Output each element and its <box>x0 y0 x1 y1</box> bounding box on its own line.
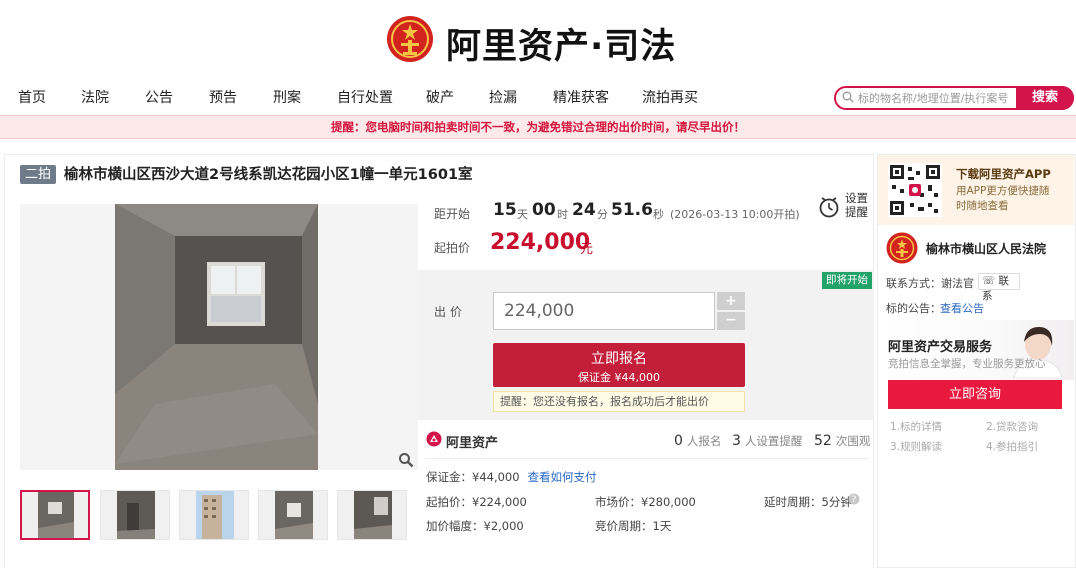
notice-label: 标的公告： <box>886 302 941 315</box>
ali-assets-logo-icon <box>426 431 442 447</box>
set-reminder-button[interactable]: 设置提醒 <box>845 191 873 219</box>
register-now-button[interactable]: 立即报名 保证金 ¥44,000 <box>493 343 745 387</box>
contact-info: 联系方式：谢法官 <box>886 277 974 290</box>
app-download-title: 下载阿里资产APP <box>956 167 1051 181</box>
bid-amount-input[interactable]: 224,000 <box>493 292 715 330</box>
guide-item[interactable]: 2.贷款咨询 <box>986 419 1038 434</box>
auction-period-info: 竞价周期：1天 <box>595 519 672 533</box>
alarm-clock-icon[interactable] <box>818 195 840 219</box>
contact-button[interactable]: ☏ 联系 <box>978 273 1020 302</box>
photo-thumbnail[interactable] <box>258 490 328 540</box>
bid-label: 出价 <box>434 305 467 319</box>
start-price-unit: 元 <box>580 242 594 257</box>
view-notice-link[interactable]: 查看公告 <box>940 300 984 316</box>
app-download-desc: 用APP更方便快捷随时随地查看 <box>956 185 1050 212</box>
delay-period-info: 延时周期：5分钟 <box>764 495 852 509</box>
qr-code <box>888 163 942 217</box>
countdown-days-unit: 天 <box>517 208 528 221</box>
registration-notice: 提醒：您还没有报名，报名成功后才能出价 <box>493 391 745 412</box>
nav-item-preview[interactable]: 预告 <box>209 87 237 107</box>
service-title: 阿里资产交易服务 <box>888 340 993 355</box>
start-price-label: 起拍价 <box>434 241 471 255</box>
countdown-seconds-unit: 秒 <box>653 208 664 221</box>
views-count: 52 <box>814 433 832 449</box>
svg-text:?: ? <box>852 495 857 505</box>
auction-start-time: (2026-03-13 10:00开拍) <box>670 208 800 221</box>
start-price-value: 224,000 <box>490 230 591 255</box>
start-price-info: 起拍价：¥224,000 <box>426 495 527 509</box>
court-name[interactable]: 榆林市横山区人民法院 <box>926 240 1046 257</box>
photo-thumbnail[interactable] <box>337 490 407 540</box>
countdown-hours-unit: 时 <box>557 208 568 221</box>
bid-increase-button[interactable]: + <box>717 292 745 310</box>
nav-item-bargain[interactable]: 捡漏 <box>489 87 517 107</box>
consult-now-button[interactable]: 立即咨询 <box>888 380 1062 409</box>
reminders-stat: 3 人设置提醒 <box>732 433 802 449</box>
main-photo[interactable] <box>115 204 318 470</box>
main-nav: 首页 法院 公告 预告 刑案 自行处置 破产 捡漏 精准获客 流拍再买 <box>0 84 830 110</box>
nav-item-court[interactable]: 法院 <box>81 87 109 107</box>
reminders-label: 人设置提醒 <box>744 434 803 448</box>
register-deposit-label: 保证金 ¥44,000 <box>578 371 660 384</box>
search-button[interactable]: 搜索 <box>1016 86 1074 110</box>
registered-count: 0 <box>674 433 683 449</box>
nav-item-announcement[interactable]: 公告 <box>145 87 173 107</box>
registered-label: 人报名 <box>686 434 722 448</box>
deposit-info: 保证金：¥44,000 查看如何支付 <box>426 469 597 485</box>
views-label: 次围观 <box>835 434 871 448</box>
zoom-icon[interactable] <box>398 452 414 468</box>
status-badge: 即将开始 <box>822 272 872 289</box>
deposit-text: 保证金：¥44,000 <box>426 470 520 484</box>
round-badge: 二拍 <box>20 165 56 184</box>
search-icon <box>842 91 854 103</box>
court-emblem-icon <box>886 232 918 264</box>
guide-item[interactable]: 1.标的详情 <box>890 419 942 434</box>
nav-item-rebuy[interactable]: 流拍再买 <box>642 87 698 107</box>
nav-item-precise-leads[interactable]: 精准获客 <box>553 87 609 107</box>
phone-icon: ☏ <box>982 275 996 287</box>
photo-thumbnail[interactable] <box>179 490 249 540</box>
photo-thumbnail[interactable] <box>20 490 90 540</box>
service-desc: 竞拍信息全掌握，专业服务更放心 <box>888 358 1046 370</box>
help-icon[interactable]: ? <box>848 493 860 505</box>
ali-assets-brand: 阿里资产 <box>446 436 499 451</box>
item-title: 榆林市横山区西沙大道2号线系凯达花园小区1幢一单元1601室 <box>64 167 473 183</box>
search-input[interactable] <box>858 88 1014 108</box>
views-stat: 52 次围观 <box>814 433 870 449</box>
countdown-hours: 00 <box>532 200 556 220</box>
photo-thumbnail[interactable] <box>100 490 170 540</box>
registered-stat: 0 人报名 <box>674 433 721 449</box>
how-to-pay-link[interactable]: 查看如何支付 <box>528 470 597 484</box>
countdown-minutes: 24 <box>572 200 596 220</box>
court-emblem-icon <box>386 14 434 64</box>
nav-item-bankruptcy[interactable]: 破产 <box>426 87 454 107</box>
countdown-label: 距开始 <box>434 207 471 221</box>
market-price-info: 市场价：¥280,000 <box>595 495 696 509</box>
guide-item[interactable]: 3.规则解读 <box>890 439 942 454</box>
nav-item-home[interactable]: 首页 <box>18 87 46 107</box>
divider <box>426 458 868 459</box>
bid-decrease-button[interactable]: − <box>717 312 745 330</box>
brand-title: 阿里资产·司法 <box>446 27 677 67</box>
increment-info: 加价幅度：¥2,000 <box>426 519 524 533</box>
nav-item-self-disposal[interactable]: 自行处置 <box>337 87 393 107</box>
countdown-seconds: 51.6 <box>611 200 653 220</box>
reminders-count: 3 <box>732 433 741 449</box>
register-button-label: 立即报名 <box>591 351 647 367</box>
countdown-minutes-unit: 分 <box>597 208 608 221</box>
time-warning-banner: 提醒：您电脑时间和拍卖时间不一致，为避免错过合理的出价时间，请尽早出价！ <box>0 115 1076 139</box>
guide-item[interactable]: 4.参拍指引 <box>986 439 1038 454</box>
nav-item-criminal[interactable]: 刑案 <box>273 87 301 107</box>
countdown-days: 15 <box>493 200 517 220</box>
